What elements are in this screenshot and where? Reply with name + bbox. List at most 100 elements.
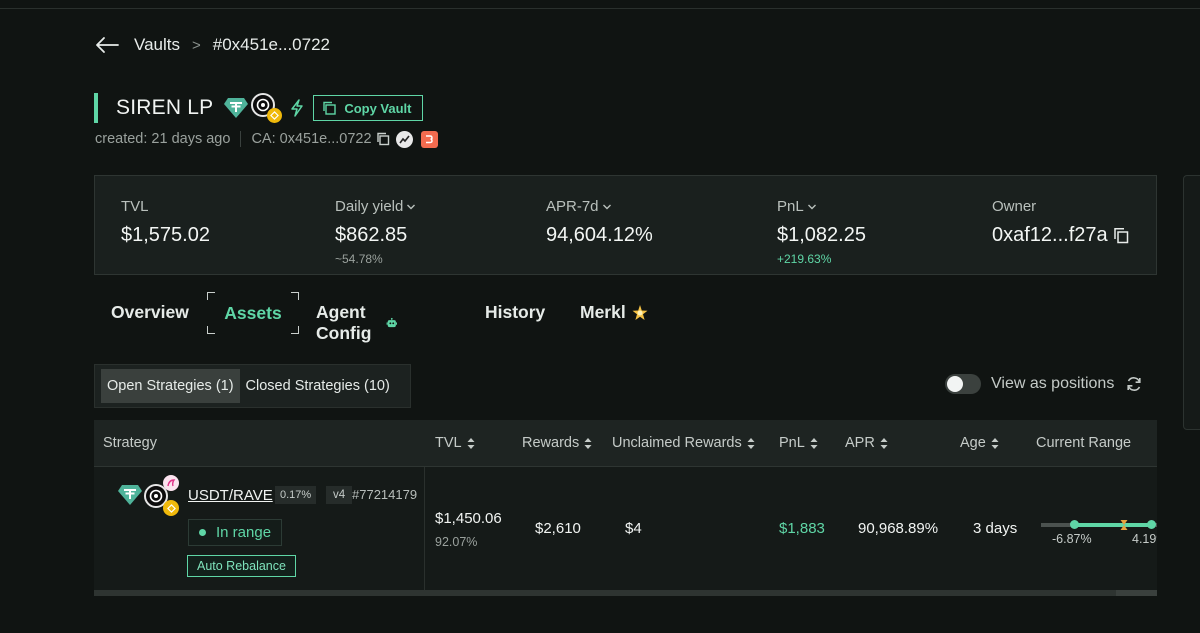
closed-strategies-button[interactable]: Closed Strategies (10) <box>240 369 396 403</box>
stat-owner: Owner 0xaf12...f27a <box>992 198 1129 247</box>
stat-daily-yield-sub: ~54.78% <box>335 252 383 266</box>
horizontal-scrollbar[interactable] <box>94 590 1157 596</box>
header-current-range: Current Range <box>1036 435 1132 451</box>
header-pnl[interactable]: PnL <box>779 435 818 451</box>
copy-vault-label: Copy Vault <box>344 100 412 116</box>
stat-pnl: PnL $1,082.25 +219.63% <box>777 198 866 266</box>
open-strategies-button[interactable]: Open Strategies (1) <box>101 369 240 403</box>
row-pnl: $1,883 <box>779 520 825 537</box>
stat-tvl-value: $1,575.02 <box>121 224 210 246</box>
stat-tvl: TVL $1,575.02 <box>121 198 210 247</box>
header-apr[interactable]: APR <box>845 435 888 451</box>
copy-owner-icon[interactable] <box>1113 227 1129 244</box>
vault-meta: created: 21 days ago CA: 0x451e...0722 <box>95 129 438 149</box>
bnb-chain-icon <box>163 500 179 516</box>
stat-daily-yield: Daily yield $862.85 ~54.78% <box>335 198 416 266</box>
stat-apr-label-row[interactable]: APR-7d <box>546 198 653 215</box>
robot-icon <box>386 317 397 328</box>
position-id: #77214179 <box>352 487 418 502</box>
dex-link-icon[interactable] <box>420 130 438 148</box>
view-as-positions-toggle[interactable] <box>945 374 981 394</box>
stat-daily-yield-value: $862.85 <box>335 224 408 246</box>
copy-icon <box>323 101 337 115</box>
sort-icon <box>584 437 592 449</box>
meta-divider <box>240 131 242 147</box>
strategy-filter: Open Strategies (1) Closed Strategies (1… <box>94 364 411 408</box>
closed-strategies-label: Closed Strategies (10) <box>245 378 390 394</box>
range-low-label: -6.87% <box>1052 532 1092 546</box>
range-bar <box>1041 520 1157 530</box>
sort-icon <box>747 437 755 449</box>
chevron-down-icon <box>602 204 611 209</box>
stat-tvl-label: TVL <box>121 198 149 215</box>
chevron-down-icon <box>807 204 816 209</box>
status-dot <box>199 529 206 536</box>
uniswap-icon <box>163 475 179 491</box>
stat-pnl-value: $1,082.25 <box>777 224 866 246</box>
version-badge: v4 <box>326 486 353 504</box>
copy-address-icon[interactable] <box>376 132 390 146</box>
tab-overview-label: Overview <box>111 302 189 322</box>
breadcrumb-current: #0x451e...0722 <box>212 35 330 54</box>
tab-history[interactable]: History <box>485 302 545 323</box>
tab-merkl-label: Merkl <box>580 302 626 322</box>
tab-agent-config-label: Agent Config <box>316 302 372 343</box>
vault-stats-panel: TVL $1,575.02 Daily yield $862.85 ~54.78… <box>94 175 1157 275</box>
chevron-down-icon <box>407 204 416 209</box>
refresh-icon[interactable] <box>1125 375 1143 393</box>
tab-assets-label: Assets <box>224 302 282 323</box>
range-bar-fill <box>1075 523 1155 527</box>
vault-header: SIREN LP Copy Vault <box>94 92 423 124</box>
lightning-icon <box>291 99 304 117</box>
stat-pnl-sub: +219.63% <box>777 252 832 266</box>
row-unclaimed-rewards: $4 <box>625 520 642 537</box>
stat-apr-value: 94,604.12% <box>546 224 653 246</box>
header-age[interactable]: Age <box>960 435 999 451</box>
stat-daily-yield-label: Daily yield <box>335 198 404 215</box>
sort-icon <box>880 437 888 449</box>
row-age: 3 days <box>973 520 1018 537</box>
auto-rebalance-label: Auto Rebalance <box>197 559 286 573</box>
tab-history-label: History <box>485 302 546 322</box>
breadcrumb-vaults-link[interactable]: Vaults <box>134 35 180 55</box>
header-unclaimed-rewards[interactable]: Unclaimed Rewards <box>612 435 755 451</box>
open-strategies-label: Open Strategies (1) <box>107 378 234 394</box>
pair-link[interactable]: USDT/RAVE <box>188 487 273 504</box>
explorer-icon[interactable] <box>395 130 413 148</box>
sort-icon <box>467 437 475 449</box>
range-low-handle <box>1070 520 1079 529</box>
tab-merkl[interactable]: Merkl <box>580 302 649 323</box>
copy-vault-button[interactable]: Copy Vault <box>313 95 423 121</box>
row-apr: 90,968.89% <box>858 520 939 537</box>
top-divider <box>0 8 1200 9</box>
side-panel-edge <box>1183 175 1200 430</box>
stat-daily-yield-label-row[interactable]: Daily yield <box>335 198 416 215</box>
rave-token-icon <box>251 93 283 123</box>
auto-rebalance-badge: Auto Rebalance <box>187 555 296 577</box>
title-accent-bar <box>94 93 98 123</box>
current-price-marker <box>1120 520 1128 530</box>
stat-owner-value: 0xaf12...f27a <box>992 224 1108 246</box>
row-tvl: $1,450.06 <box>435 510 502 527</box>
view-as-positions-label: View as positions <box>991 375 1115 392</box>
toggle-knob <box>947 376 963 392</box>
stat-pnl-label: PnL <box>777 198 804 215</box>
sparkle-icon <box>632 304 648 320</box>
header-tvl[interactable]: TVL <box>435 435 475 451</box>
header-rewards[interactable]: Rewards <box>522 435 592 451</box>
back-arrow-icon[interactable] <box>94 35 120 55</box>
table-header: Strategy TVL Rewards Unclaimed Rewards P… <box>94 420 1157 467</box>
stat-apr-label: APR-7d <box>546 198 599 215</box>
tab-overview[interactable]: Overview <box>111 302 189 323</box>
breadcrumb-separator: > <box>192 36 201 54</box>
view-positions-control: View as positions <box>945 372 1143 396</box>
sort-icon <box>810 437 818 449</box>
sort-icon <box>991 437 999 449</box>
scrollbar-thumb[interactable] <box>94 590 1116 596</box>
row-tvl-percent: 92.07% <box>435 535 478 549</box>
column-divider <box>424 467 425 590</box>
created-text: created: 21 days ago <box>95 131 231 147</box>
tab-assets[interactable]: Assets <box>207 292 299 334</box>
stat-pnl-label-row[interactable]: PnL <box>777 198 866 215</box>
tab-agent-config[interactable]: Agent Config <box>316 302 397 344</box>
